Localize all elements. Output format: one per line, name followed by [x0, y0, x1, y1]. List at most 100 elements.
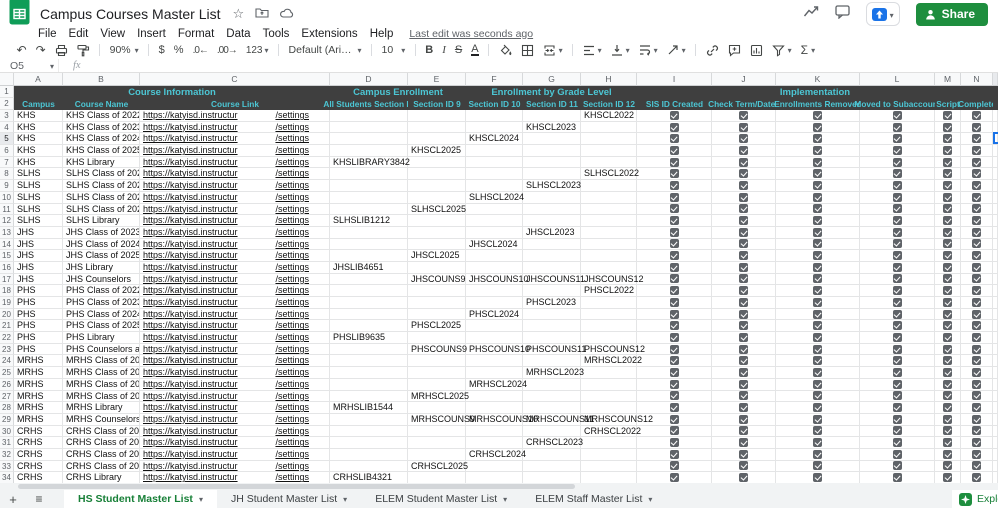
cell-campus[interactable]: KHS	[14, 145, 63, 157]
checkbox-checked-icon[interactable]	[972, 473, 981, 482]
present-button[interactable]	[866, 2, 900, 26]
cell-section-id-s9[interactable]	[408, 285, 466, 297]
cell-checkbox[interactable]	[860, 239, 935, 251]
course-link-prefix[interactable]: https://katyisd.instructur	[143, 274, 238, 285]
row-header-15[interactable]: 15	[0, 250, 14, 262]
checkbox-checked-icon[interactable]	[670, 263, 679, 272]
cell-section-id-s11[interactable]	[523, 215, 581, 227]
checkbox-checked-icon[interactable]	[972, 204, 981, 213]
cell-col-o[interactable]	[993, 262, 998, 274]
row-header-11[interactable]: 11	[0, 204, 14, 216]
checkbox-checked-icon[interactable]	[739, 356, 748, 365]
course-link-prefix[interactable]: https://katyisd.instructur	[143, 192, 238, 203]
course-link-suffix[interactable]: /settings	[275, 227, 309, 238]
cell-checkbox[interactable]	[637, 215, 712, 227]
cloud-saved-icon[interactable]	[280, 5, 294, 23]
checkbox-checked-icon[interactable]	[670, 228, 679, 237]
cell-checkbox[interactable]	[776, 133, 860, 145]
cell-checkbox[interactable]	[776, 309, 860, 321]
checkbox-checked-icon[interactable]	[943, 158, 952, 167]
row-header-31[interactable]: 31	[0, 437, 14, 449]
cell-checkbox[interactable]	[935, 320, 961, 332]
cell-checkbox[interactable]	[860, 133, 935, 145]
cell-section-id-s10[interactable]	[466, 332, 523, 344]
cell-section-id-s10[interactable]	[466, 297, 523, 309]
cell-campus[interactable]: PHS	[14, 309, 63, 321]
cell-course-link[interactable]: https://katyisd.instructur/settings	[140, 402, 330, 414]
cell-section-id-s12[interactable]	[581, 379, 637, 391]
cell-checkbox[interactable]	[776, 239, 860, 251]
checkbox-checked-icon[interactable]	[670, 169, 679, 178]
course-link-prefix[interactable]: https://katyisd.instructur	[143, 367, 238, 378]
cell-checkbox[interactable]	[961, 239, 993, 251]
checkbox-checked-icon[interactable]	[943, 204, 952, 213]
cell-campus[interactable]: PHS	[14, 332, 63, 344]
checkbox-checked-icon[interactable]	[972, 356, 981, 365]
cell-campus[interactable]: MRHS	[14, 391, 63, 403]
cell-section-id-all[interactable]	[330, 367, 408, 379]
checkbox-checked-icon[interactable]	[670, 310, 679, 319]
cell-section-id-all[interactable]	[330, 391, 408, 403]
cell-section-id-s9[interactable]: MRHSCOUNS9	[408, 414, 466, 426]
course-link-suffix[interactable]: /settings	[275, 309, 309, 320]
cell-checkbox[interactable]	[935, 461, 961, 473]
checkbox-checked-icon[interactable]	[813, 391, 822, 400]
checkbox-checked-icon[interactable]	[943, 321, 952, 330]
cell-checkbox[interactable]	[961, 192, 993, 204]
move-folder-icon[interactable]	[255, 5, 269, 23]
checkbox-checked-icon[interactable]	[893, 368, 902, 377]
checkbox-checked-icon[interactable]	[893, 426, 902, 435]
cell-section-id-s11[interactable]: JHSCOUNS11	[523, 274, 581, 286]
cell-course-link[interactable]: https://katyisd.instructur/settings	[140, 168, 330, 180]
checkbox-checked-icon[interactable]	[893, 380, 902, 389]
cell-checkbox[interactable]	[860, 110, 935, 122]
cell-course-name[interactable]: CRHS Class of 2023	[63, 437, 140, 449]
cell-course-name[interactable]: PHS Class of 2023	[63, 297, 140, 309]
checkbox-checked-icon[interactable]	[943, 368, 952, 377]
checkbox-checked-icon[interactable]	[893, 286, 902, 295]
row-header-28[interactable]: 28	[0, 402, 14, 414]
cell-section-id-all[interactable]: SLHSLIB1212	[330, 215, 408, 227]
cell-checkbox[interactable]	[637, 355, 712, 367]
cell-section-id-s9[interactable]	[408, 157, 466, 169]
cell-campus[interactable]: JHS	[14, 262, 63, 274]
checkbox-checked-icon[interactable]	[813, 426, 822, 435]
cell-section-id-s9[interactable]: PHSCL2025	[408, 320, 466, 332]
checkbox-checked-icon[interactable]	[670, 286, 679, 295]
cell-course-name[interactable]: PHS Counselors and Care	[63, 344, 140, 356]
checkbox-checked-icon[interactable]	[943, 403, 952, 412]
checkbox-checked-icon[interactable]	[972, 298, 981, 307]
sheet-tab[interactable]: HS Student Master List	[64, 490, 217, 508]
course-link-prefix[interactable]: https://katyisd.instructur	[143, 355, 238, 366]
cell-course-name[interactable]: MRHS Counselors	[63, 414, 140, 426]
cell-checkbox[interactable]	[637, 320, 712, 332]
cell-section-id-s11[interactable]: CRHSCL2023	[523, 437, 581, 449]
course-link-prefix[interactable]: https://katyisd.instructur	[143, 168, 238, 179]
cell-checkbox[interactable]	[860, 332, 935, 344]
course-link-suffix[interactable]: /settings	[275, 215, 309, 226]
course-link-suffix[interactable]: /settings	[275, 414, 309, 425]
checkbox-checked-icon[interactable]	[893, 239, 902, 248]
cell-section-id-s12[interactable]	[581, 367, 637, 379]
cell-section-id-all[interactable]	[330, 285, 408, 297]
cell-course-name[interactable]: SLHS Library	[63, 215, 140, 227]
cell-checkbox[interactable]	[961, 297, 993, 309]
course-link-suffix[interactable]: /settings	[275, 204, 309, 215]
checkbox-checked-icon[interactable]	[670, 134, 679, 143]
checkbox-checked-icon[interactable]	[739, 310, 748, 319]
course-link-prefix[interactable]: https://katyisd.instructur	[143, 344, 238, 355]
checkbox-checked-icon[interactable]	[739, 169, 748, 178]
checkbox-checked-icon[interactable]	[739, 123, 748, 132]
cell-campus[interactable]: CRHS	[14, 437, 63, 449]
name-box[interactable]: O5	[0, 59, 58, 72]
cell-section-id-s10[interactable]: KHSCL2024	[466, 133, 523, 145]
checkbox-checked-icon[interactable]	[739, 450, 748, 459]
column-header-E[interactable]: E	[408, 73, 466, 86]
cell-section-id-s10[interactable]	[466, 461, 523, 473]
cell-col-o[interactable]	[993, 274, 998, 286]
row-header-23[interactable]: 23	[0, 344, 14, 356]
checkbox-checked-icon[interactable]	[670, 333, 679, 342]
cell-checkbox[interactable]	[935, 391, 961, 403]
cell-section-id-s11[interactable]	[523, 157, 581, 169]
cell-checkbox[interactable]	[637, 250, 712, 262]
